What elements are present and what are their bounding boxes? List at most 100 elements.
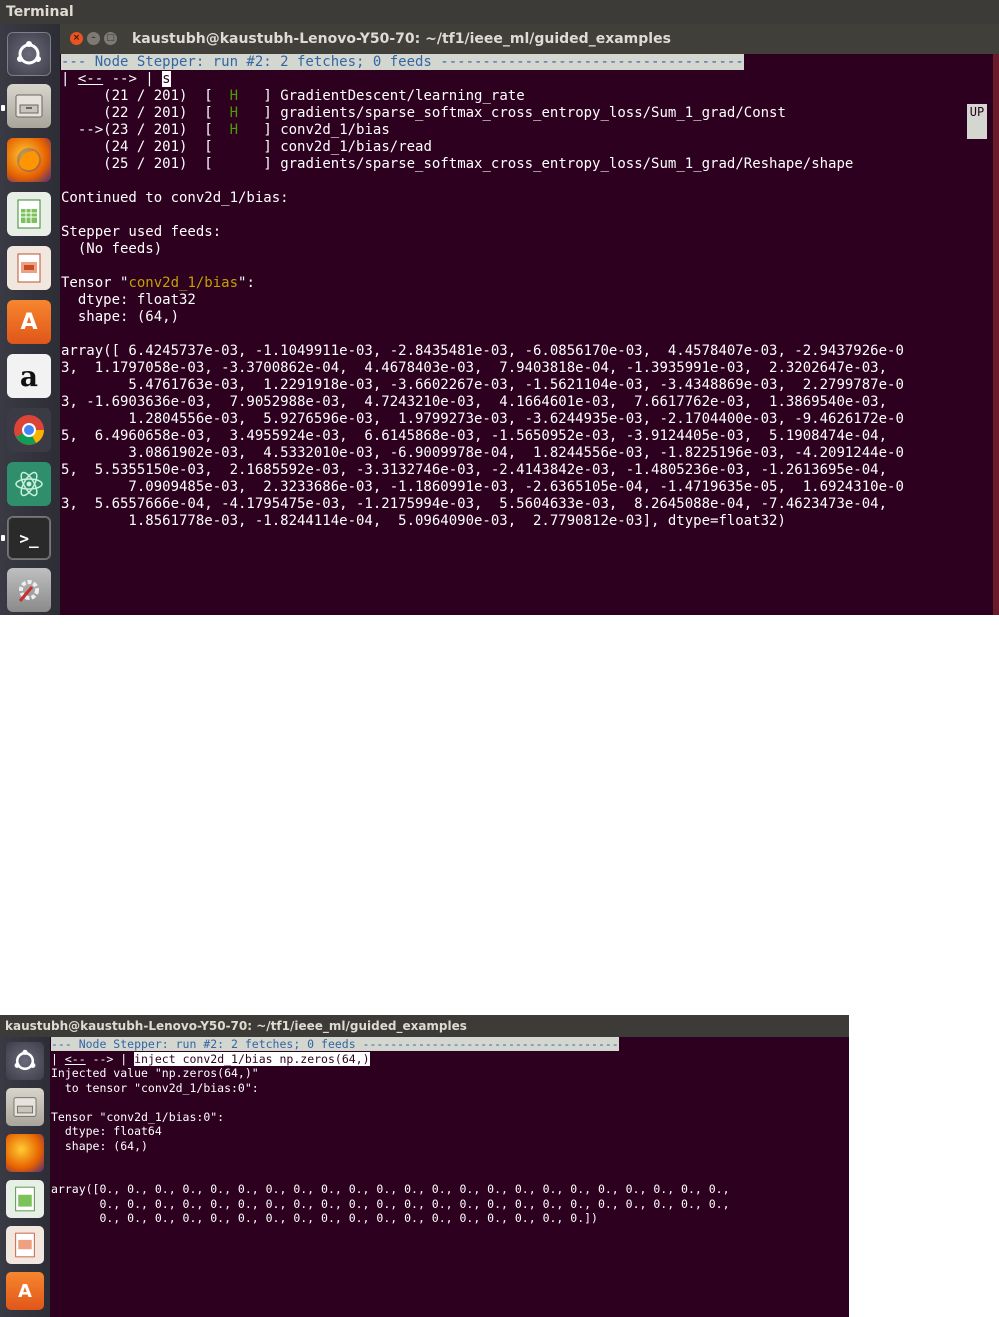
terminal-output[interactable]: --- Node Stepper: run #2: 2 fetches; 0 f… [50, 1037, 849, 1317]
node-bracket-open: [ [187, 105, 222, 121]
impress-presentation-icon[interactable] [6, 1226, 44, 1264]
calc-spreadsheet-icon[interactable] [6, 1180, 44, 1218]
nav-prefix: | [51, 1051, 65, 1066]
chrome-icon[interactable] [7, 408, 51, 452]
node-arrow [78, 139, 103, 155]
files-icon[interactable] [7, 84, 51, 128]
node-handle-flag: H [221, 122, 247, 138]
node-index: (21 / 201) [103, 88, 188, 104]
files-icon[interactable] [6, 1088, 44, 1126]
launcher: A [0, 1037, 50, 1317]
tensor-shape: shape: (64,) [51, 1138, 148, 1153]
scroll-up-indicator[interactable]: UP [967, 104, 987, 139]
node-handle-flag: H [221, 105, 247, 121]
node-index: (25 / 201) [103, 156, 188, 172]
software-center-glyph: A [20, 309, 38, 335]
terminal-scrollbar[interactable] [993, 54, 999, 615]
node-list-item[interactable]: (22 / 201) [ H ] gradients/sparse_softma… [61, 105, 786, 122]
node-bracket-open: [ [187, 88, 222, 104]
panel-app-title: Terminal [6, 4, 74, 20]
node-name: conv2d_1/bias [280, 122, 390, 138]
node-index: (24 / 201) [103, 139, 188, 155]
node-list-item[interactable]: -->(23 / 201) [ H ] conv2d_1/bias [61, 122, 390, 139]
system-settings-icon[interactable] [7, 568, 51, 612]
window-titlebar[interactable]: × – □ kaustubh@kaustubh-Lenovo-Y50-70: ~… [60, 24, 999, 54]
array-line: 5, 6.4960658e-03, 3.4955924e-03, 6.61458… [61, 428, 888, 444]
tensor-shape: shape: (64,) [61, 309, 180, 325]
node-name: GradientDescent/learning_rate [280, 88, 525, 104]
amazon-icon[interactable]: a [7, 354, 51, 398]
array-line: 1.8561778e-03, -1.8244114e-04, 5.0964090… [61, 513, 786, 529]
continued-message: Continued to conv2d_1/bias: [61, 190, 289, 206]
node-arrow: --> [77, 122, 104, 138]
terminal-output[interactable]: --- Node Stepper: run #2: 2 fetches; 0 f… [60, 54, 999, 615]
calc-spreadsheet-icon[interactable] [7, 192, 51, 236]
nav-back-link[interactable]: <-- [65, 1052, 86, 1066]
maximize-window-button[interactable]: □ [104, 32, 117, 45]
impress-presentation-icon[interactable] [7, 246, 51, 290]
nav-back-link[interactable]: <-- [78, 71, 103, 87]
close-window-button[interactable]: × [70, 32, 83, 45]
nav-line: | <-- --> | s [61, 71, 171, 88]
tensor-suffix: ": [238, 275, 255, 291]
node-name: conv2d_1/bias/read [280, 139, 432, 155]
node-list-item[interactable]: (21 / 201) [ H ] GradientDescent/learnin… [61, 88, 525, 105]
nav-prefix: | [61, 71, 78, 87]
atom-icon[interactable] [7, 462, 51, 506]
tensor-name: conv2d_1/bias [128, 275, 239, 291]
tensor-dtype: dtype: float32 [61, 292, 196, 308]
window-titlebar[interactable]: kaustubh@kaustubh-Lenovo-Y50-70: ~/tf1/i… [0, 1015, 849, 1037]
array-line: array([0., 0., 0., 0., 0., 0., 0., 0., 0… [51, 1182, 730, 1196]
firefox-icon[interactable] [7, 138, 51, 182]
scroll-up-label: UP [969, 105, 985, 119]
node-handle-flag [221, 139, 246, 155]
node-handle-flag [221, 156, 246, 172]
nav-middle: --> | [103, 71, 163, 87]
software-center-icon[interactable]: A [6, 1272, 44, 1310]
node-bracket-close: ] [246, 88, 281, 104]
array-line: 3, 1.1797058e-03, -3.3700862e-04, 4.4678… [61, 360, 888, 376]
terminal-icon[interactable]: >_ [7, 516, 51, 560]
ubuntu-dash-icon[interactable] [7, 32, 51, 76]
ubuntu-dash-icon[interactable] [6, 1042, 44, 1080]
node-list-item[interactable]: (25 / 201) [ ] gradients/sparse_softmax_… [61, 156, 853, 173]
node-bracket-open: [ [187, 122, 222, 138]
array-line: array([ 6.4245737e-03, -1.1049911e-03, -… [61, 343, 904, 359]
tensor-dtype: dtype: float64 [51, 1124, 162, 1138]
top-panel: Terminal [0, 0, 999, 24]
node-index: (22 / 201) [103, 105, 188, 121]
tensor-heading: Tensor "conv2d_1/bias": [61, 275, 255, 292]
array-line: 3, 5.6557666e-04, -4.1795475e-03, -1.217… [61, 496, 888, 512]
amazon-glyph: a [19, 359, 39, 393]
firefox-icon[interactable] [6, 1134, 44, 1172]
node-bracket-close: ] [246, 122, 281, 138]
array-line: 3, -1.6903636e-03, 7.9052988e-03, 4.7243… [61, 394, 888, 410]
screenshot-top: Terminal A a >_ × – □ kaustubh@kaustubh-… [0, 0, 999, 615]
node-arrow [78, 88, 103, 104]
stepper-feeds-heading: Stepper used feeds: [61, 224, 222, 240]
node-list-item[interactable]: (24 / 201) [ ] conv2d_1/bias/read [61, 139, 432, 156]
node-bracket-close: ] [246, 105, 281, 121]
running-indicator [1, 535, 5, 541]
running-indicator [1, 105, 5, 111]
terminal-glyph: >_ [19, 528, 39, 548]
command-input[interactable]: s [162, 71, 171, 87]
software-center-icon[interactable]: A [7, 300, 51, 344]
node-bracket-close: ] [246, 156, 281, 172]
minimize-window-button[interactable]: – [87, 32, 100, 45]
software-center-glyph: A [18, 1280, 32, 1302]
stepper-header-line: --- Node Stepper: run #2: 2 fetches; 0 f… [61, 54, 744, 71]
array-line: 0., 0., 0., 0., 0., 0., 0., 0., 0., 0., … [51, 1196, 730, 1211]
array-line: 1.2804556e-03, 5.9276596e-03, 1.9799273e… [61, 411, 904, 427]
node-name: gradients/sparse_softmax_cross_entropy_l… [280, 105, 786, 121]
node-handle-flag: H [221, 88, 247, 104]
array-line: 5.4761763e-03, 1.2291918e-03, -3.6602267… [61, 377, 904, 393]
node-bracket-open: [ [187, 156, 222, 172]
command-input[interactable]: inject conv2d_1/bias np.zeros(64,) [134, 1051, 370, 1066]
node-arrow [78, 156, 103, 172]
